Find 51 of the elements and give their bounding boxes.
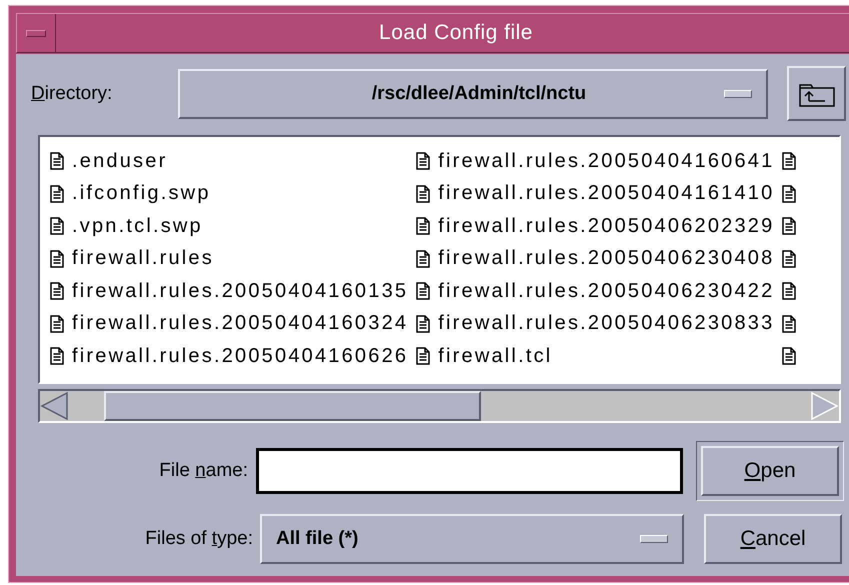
file-icon	[416, 152, 430, 170]
window-title: Load Config file	[378, 20, 534, 46]
file-name[interactable]: firewall.tcl	[438, 344, 552, 368]
file-icon	[782, 347, 796, 366]
file-icon	[782, 282, 796, 300]
cancel-button[interactable]: Cancel	[704, 514, 842, 564]
file-name[interactable]: .ifconfig.swp	[72, 182, 211, 206]
file-name-label: File name:	[158, 460, 248, 482]
file-type-dropdown[interactable]: All file (*)	[260, 514, 684, 564]
dropdown-indicator-icon	[640, 535, 668, 543]
file-icon	[50, 152, 64, 170]
file-icon	[416, 217, 430, 236]
file-icon	[50, 347, 64, 366]
scroll-left-icon[interactable]	[40, 391, 70, 421]
file-icon	[50, 217, 64, 236]
file-icon	[782, 152, 796, 170]
file-icon	[416, 347, 430, 366]
file-icon	[50, 250, 64, 268]
file-icon	[782, 250, 796, 268]
file-name[interactable]: firewall.rules.20050406230408	[438, 247, 774, 270]
directory-label: Directory:	[31, 82, 114, 104]
file-name[interactable]: firewall.rules.20050404161410	[438, 182, 774, 206]
file-icon	[782, 217, 796, 236]
dropdown-indicator-icon	[724, 90, 752, 98]
parent-folder-button[interactable]	[787, 66, 846, 121]
file-icon	[416, 314, 430, 333]
file-name[interactable]: .enduser	[72, 150, 168, 173]
file-icon	[50, 282, 64, 300]
directory-dropdown[interactable]: /rsc/dlee/Admin/tcl/nctu	[178, 68, 768, 118]
file-name[interactable]: .vpn.tcl.swp	[72, 214, 203, 238]
scroll-thumb[interactable]	[104, 391, 481, 421]
file-icon	[416, 282, 430, 300]
file-name[interactable]: firewall.rules.20050404160324	[72, 312, 408, 336]
file-type-label: Files of type:	[144, 528, 253, 550]
file-name[interactable]: firewall.rules.20050406230422	[438, 280, 774, 303]
file-icon	[782, 314, 796, 333]
file-icon	[50, 184, 64, 203]
file-name[interactable]: firewall.rules.20050406202329	[438, 214, 774, 238]
open-button[interactable]: Open	[701, 446, 839, 496]
file-icon	[50, 314, 64, 333]
file-icon	[416, 250, 430, 268]
horizontal-scrollbar[interactable]	[38, 389, 841, 423]
file-name[interactable]: firewall.rules.20050404160135	[72, 280, 408, 303]
file-name[interactable]: firewall.rules.20050404160641	[438, 150, 774, 173]
file-icon	[782, 184, 796, 203]
file-name[interactable]: firewall.rules.20050404160626	[72, 344, 408, 368]
file-name[interactable]: firewall.rules	[72, 247, 214, 270]
file-icon	[416, 184, 430, 203]
window-menu-icon[interactable]	[26, 30, 46, 36]
file-name-field[interactable]	[256, 448, 683, 494]
file-name[interactable]: firewall.rules.20050406230833	[438, 312, 774, 336]
